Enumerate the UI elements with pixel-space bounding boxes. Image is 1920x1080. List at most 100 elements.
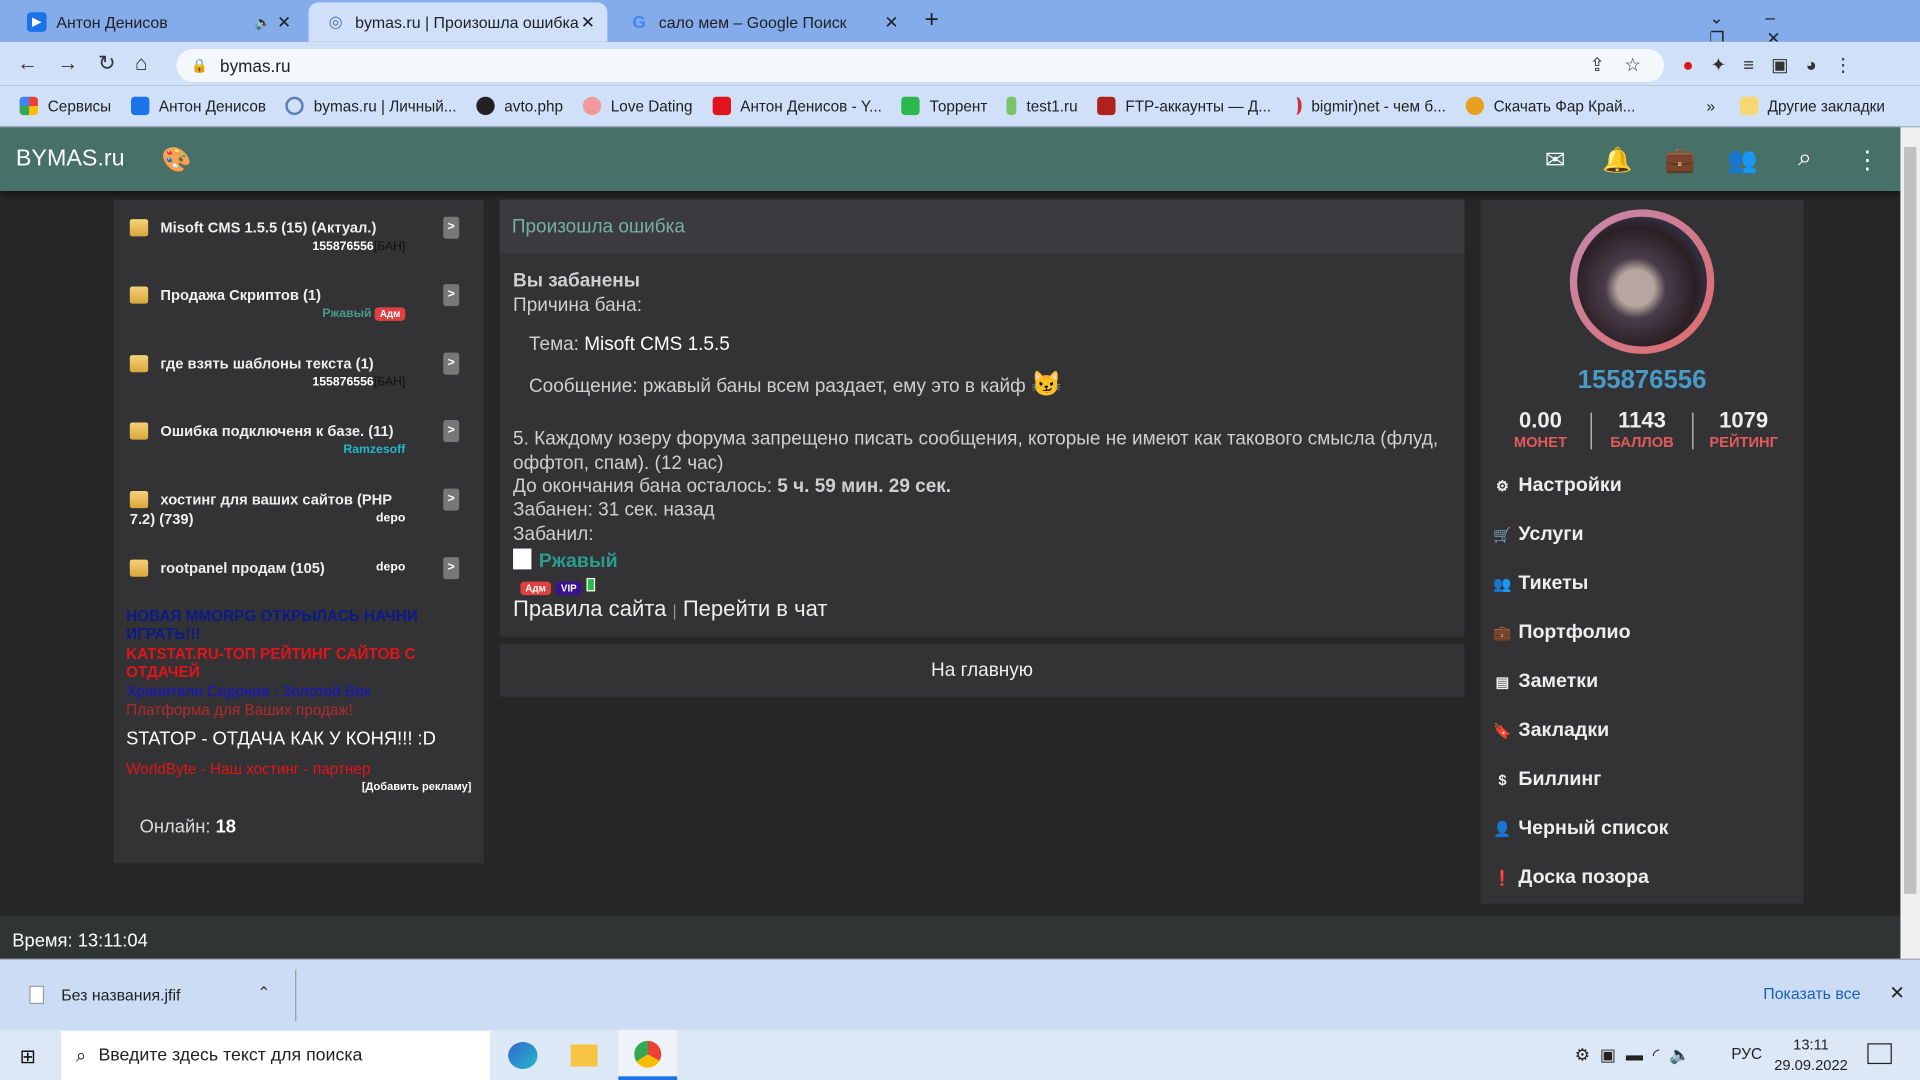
bell-icon[interactable]: 🔔 — [1602, 144, 1634, 176]
bookmark-item[interactable]: Торрент — [901, 96, 987, 116]
banned-by-label: Забанил: — [513, 524, 594, 545]
scrollbar[interactable] — [1900, 127, 1920, 959]
avatar[interactable] — [1569, 209, 1715, 354]
go-arrow-button[interactable]: > — [443, 284, 460, 307]
menu-billing[interactable]: $ Биллинг — [1493, 769, 1601, 791]
search-icon[interactable]: ⌕ — [1789, 144, 1821, 176]
ad-link[interactable]: Хранители Сидонии : Золотой Век — [126, 683, 481, 701]
ad-link[interactable]: НОВАЯ MMORPG ОТКРЫЛАСЬ НАЧНИ ИГРАТЬ!!! — [126, 607, 481, 644]
folder-icon — [129, 286, 149, 304]
alert-icon: ❗ — [1493, 869, 1512, 887]
add-ad-link[interactable]: [Добавить рекламу] — [362, 780, 472, 792]
left-panel: Misoft CMS 1.5.5 (15) (Актуал.) 155876556… — [113, 199, 484, 864]
edge-icon[interactable] — [508, 1042, 538, 1069]
google-icon: G — [632, 12, 646, 32]
go-arrow-button[interactable]: > — [443, 352, 460, 375]
tab-anton[interactable]: ▶ Антон Денисов 🔈 ✕ — [10, 2, 304, 41]
clock[interactable]: 13:11 29.09.2022 — [1773, 1035, 1849, 1077]
ad-link[interactable]: STATOP - ОТДАЧА КАК У КОНЯ!!! :D — [126, 730, 481, 748]
close-tab-icon[interactable]: ✕ — [884, 12, 898, 33]
more-vert-icon[interactable]: ⋮ — [1851, 144, 1883, 176]
show-all-button[interactable]: Показать все — [1763, 984, 1860, 1002]
topic-item[interactable]: где взять шаблоны текста (1) 155876556[БА… — [114, 336, 484, 403]
go-arrow-button[interactable]: > — [443, 420, 460, 443]
menu-shame-board[interactable]: ❗ Доска позора — [1493, 867, 1649, 889]
banned-heading: Вы забанены — [513, 270, 640, 292]
menu-notes[interactable]: ▤ Заметки — [1493, 671, 1599, 693]
menu-settings[interactable]: ⚙ Настройки — [1493, 475, 1622, 497]
briefcase-icon[interactable]: 💼 — [1664, 144, 1696, 176]
bookmark-item[interactable]: Love Dating — [582, 96, 692, 116]
home-button[interactable]: На главную — [499, 644, 1465, 697]
download-item[interactable]: Без названия.jfif — [61, 986, 180, 1004]
remaining-line: До окончания бана осталось: 5 ч. 59 мин.… — [513, 476, 952, 498]
address-bar[interactable]: 🔒 bymas.ru — [176, 48, 1665, 83]
go-arrow-button[interactable]: > — [443, 488, 460, 511]
banned-by-user[interactable]: Ржавый — [513, 548, 618, 573]
language-indicator[interactable]: РУС — [1731, 1046, 1762, 1063]
phone-icon — [586, 577, 596, 592]
message-line: Сообщение: ржавый баны всем раздает, ему… — [528, 371, 1062, 398]
menu-tickets[interactable]: 👥 Тикеты — [1493, 573, 1588, 595]
banned-ago: Забанен: 31 сек. назад — [513, 499, 715, 521]
notifications-icon[interactable] — [1867, 1043, 1892, 1065]
close-tab-icon[interactable]: ✕ — [581, 12, 595, 33]
taskbar-search[interactable]: ⌕ Введите здесь текст для поиска — [61, 1031, 490, 1080]
new-tab-button[interactable]: + — [924, 6, 938, 34]
rules-link[interactable]: Правила сайта — [513, 596, 666, 620]
username[interactable]: 155876556 — [1480, 366, 1803, 395]
tab-google[interactable]: Gсало мем – Google Поиск ✕ — [612, 2, 911, 41]
briefcase-icon: 💼 — [1493, 624, 1512, 642]
people-icon: 👥 — [1493, 575, 1512, 593]
topic-item[interactable]: rootpanel продам (105) depo > — [114, 540, 484, 607]
bookmark-item[interactable]: Сервисы — [19, 96, 111, 116]
person-icon: 👤 — [1493, 820, 1512, 838]
panel-header: Произошла ошибка — [499, 199, 1465, 254]
ad-link[interactable]: KATSTAT.RU-ТОП РЕЙТИНГ САЙТОВ С ОТДАЧЕЙ — [126, 645, 481, 682]
broadcast-icon: ◎ — [328, 12, 343, 31]
windows-start-icon[interactable]: ⊞ — [20, 1044, 36, 1068]
chrome-taskbar-button[interactable] — [618, 1029, 678, 1080]
menu-blacklist[interactable]: 👤 Черный список — [1493, 818, 1668, 840]
share-star-icons[interactable]: ⇪☆ — [1589, 54, 1660, 76]
dollar-icon: $ — [1498, 771, 1507, 789]
bookmark-item[interactable]: Антон Денисов - Y... — [712, 96, 882, 116]
bookmark-item[interactable]: Антон Денисов — [130, 96, 266, 116]
folder-icon[interactable] — [570, 1044, 598, 1067]
chat-link[interactable]: Перейти в чат — [683, 596, 828, 620]
menu-bookmarks[interactable]: 🔖 Закладки — [1493, 720, 1609, 742]
chevron-up-icon[interactable]: ⌃ — [257, 983, 270, 1003]
bookmark-item[interactable]: avto.php — [476, 96, 563, 116]
ad-link[interactable]: Платформа для Ваших продаж! — [126, 702, 481, 720]
close-tab-icon[interactable]: ✕ — [277, 12, 291, 33]
people-icon[interactable]: 👥 — [1727, 144, 1759, 176]
go-arrow-button[interactable]: > — [443, 557, 460, 580]
reason-label: Причина бана: — [513, 295, 642, 316]
topic-item[interactable]: хостинг для ваших сайтов (PHP 7.2) (739)… — [114, 471, 484, 538]
bookmark-item[interactable]: bigmir)net - чем б... — [1291, 96, 1446, 116]
site-logo[interactable]: BYMAS.ru — [16, 146, 125, 173]
bookmark-item[interactable]: FTP-аккаунты — Д... — [1097, 96, 1271, 116]
go-arrow-button[interactable]: > — [443, 216, 460, 239]
menu-services[interactable]: 🛒 Услуги — [1493, 524, 1583, 546]
bookmarks-overflow[interactable]: » — [1706, 97, 1715, 114]
topic-item[interactable]: Продажа Скриптов (1) Ржавый Адм > — [114, 267, 484, 334]
bookmark-item[interactable]: Скачать Фар Край... — [1465, 96, 1635, 116]
tab-bymas[interactable]: ◎ bymas.ru | Произошла ошибка ✕ — [308, 2, 608, 42]
bookmark-item[interactable]: bymas.ru | Личный... — [285, 96, 457, 116]
profile-panel: 155876556 0.00 МОНЕТ 1143 БАЛЛОВ 1079 РЕЙТИ… — [1480, 199, 1804, 904]
audio-icon[interactable]: 🔈 — [255, 14, 272, 30]
palette-icon[interactable]: 🎨 — [160, 144, 192, 176]
extensions-icons[interactable]: ●✦≡▣◕⋮ — [1682, 54, 1869, 76]
mail-icon[interactable]: ✉ — [1539, 144, 1571, 176]
file-icon — [29, 985, 45, 1005]
bookmark-item[interactable]: test1.ru — [1006, 96, 1078, 116]
topic-item[interactable]: Misoft CMS 1.5.5 (15) (Актуал.) 155876556… — [114, 200, 484, 267]
tray-icons[interactable]: ⚙▣▬◜🔈 — [1575, 1044, 1701, 1065]
menu-portfolio[interactable]: 💼 Портфолио — [1493, 622, 1630, 644]
topic-item[interactable]: Ошибка подключеня к базе. (11) Ramzesoff > — [114, 403, 484, 470]
nav-buttons[interactable]: ←→↻⌂ — [17, 51, 167, 75]
close-icon[interactable]: ✕ — [1889, 982, 1904, 1004]
ad-link[interactable]: WorldByte - Наш хостинг - партнер — [126, 760, 481, 778]
other-bookmarks[interactable]: Другие закладки — [1739, 96, 1885, 116]
